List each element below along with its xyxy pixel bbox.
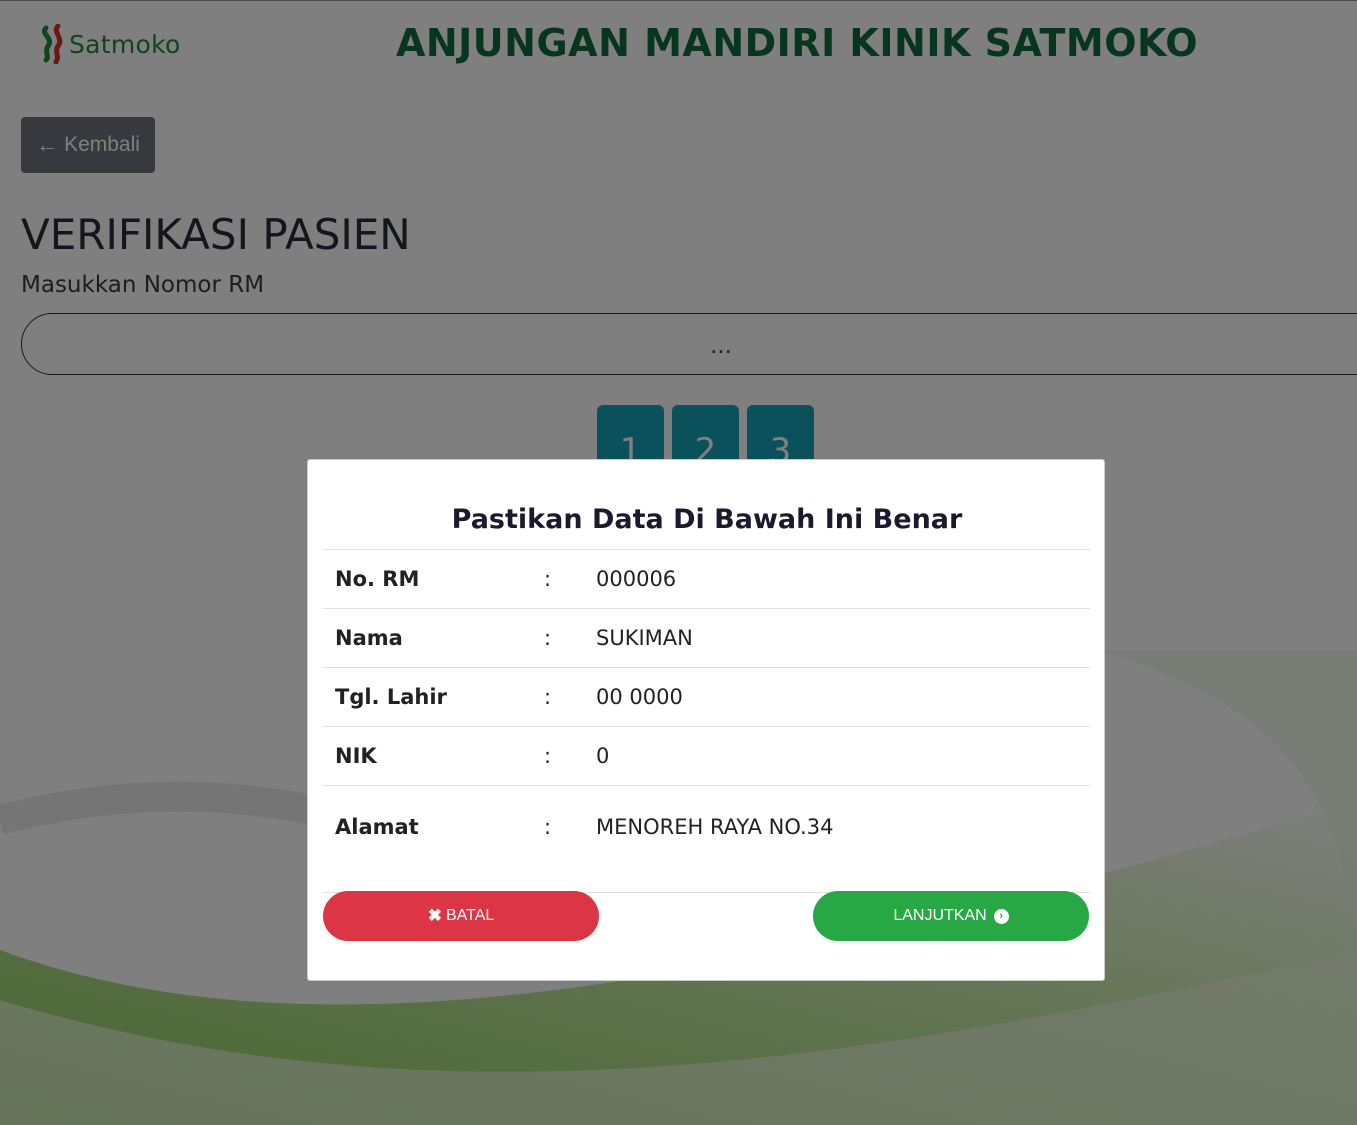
chevron-circle-right-icon: › bbox=[993, 908, 1009, 924]
row-value: MENOREH RAYA NO.34 bbox=[572, 785, 1090, 893]
table-row: Tgl. Lahir : 00 0000 bbox=[323, 667, 1090, 727]
row-label: NIK bbox=[323, 726, 523, 786]
modal-title: Pastikan Data Di Bawah Ini Benar bbox=[451, 504, 963, 535]
table-row: Alamat : MENOREH RAYA NO.34 bbox=[323, 785, 1090, 893]
cancel-button[interactable]: ✖ BATAL bbox=[323, 891, 599, 941]
patient-details-table: No. RM : 000006 Nama : SUKIMAN Tgl. Lahi… bbox=[323, 549, 1090, 893]
confirm-patient-modal: Pastikan Data Di Bawah Ini Benar No. RM … bbox=[307, 459, 1105, 981]
close-icon: ✖ bbox=[427, 906, 442, 925]
table-row: No. RM : 000006 bbox=[323, 549, 1090, 609]
table-row: NIK : 0 bbox=[323, 726, 1090, 786]
row-label: Alamat bbox=[323, 785, 523, 893]
row-separator: : bbox=[523, 726, 572, 786]
row-value: SUKIMAN bbox=[572, 608, 1090, 668]
cancel-button-label: BATAL bbox=[445, 907, 495, 924]
table-row: Nama : SUKIMAN bbox=[323, 608, 1090, 668]
row-value: 00 0000 bbox=[572, 667, 1090, 727]
row-label: No. RM bbox=[323, 549, 523, 609]
row-value: 000006 bbox=[572, 549, 1090, 609]
row-label: Nama bbox=[323, 608, 523, 668]
row-value: 0 bbox=[572, 726, 1090, 786]
continue-button-label: LANJUTKAN bbox=[893, 907, 987, 924]
row-label: Tgl. Lahir bbox=[323, 667, 523, 727]
row-separator: : bbox=[523, 667, 572, 727]
row-separator: : bbox=[523, 549, 572, 609]
row-separator: : bbox=[523, 785, 572, 893]
continue-button[interactable]: LANJUTKAN › bbox=[813, 891, 1089, 941]
row-separator: : bbox=[523, 608, 572, 668]
